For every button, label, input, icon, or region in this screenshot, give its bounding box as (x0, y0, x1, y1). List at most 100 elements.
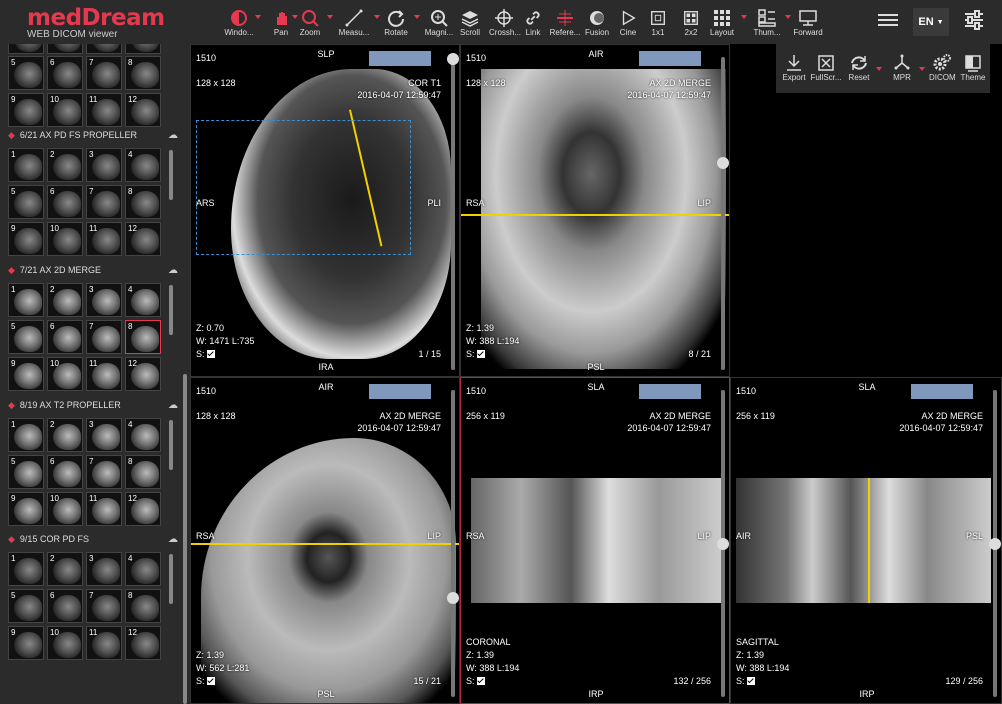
tool-fullscreen-button[interactable]: FullScr... (810, 53, 842, 87)
viewport-2[interactable]: 1510 128 x 128 AX 2D MERGE 2016-04-07 12:59… (460, 44, 730, 377)
series-thumbnail[interactable]: 7 (86, 185, 122, 219)
series-thumbnail[interactable]: 3 (86, 148, 122, 182)
series-header[interactable]: ◆ 6/21 AX PD FS PROPELLER ☁ (8, 128, 178, 142)
series-thumbnail[interactable]: 1 (8, 148, 44, 182)
dropdown-arrow-icon[interactable] (785, 15, 791, 19)
tool-rotate-button[interactable]: Rotate (384, 8, 408, 42)
series-thumbnail[interactable]: 9 (8, 357, 44, 391)
tool-window-level-button[interactable]: Windo... (222, 8, 256, 42)
series-thumbnail[interactable]: 12 (125, 93, 161, 127)
tool-link-button[interactable]: Link (524, 8, 542, 42)
series-scrollbar[interactable] (169, 420, 173, 470)
hamburger-menu-icon[interactable] (876, 11, 900, 31)
cloud-download-icon[interactable]: ☁ (168, 130, 178, 141)
series-thumbnail[interactable]: 8 (125, 185, 161, 219)
frame-scroll-knob[interactable] (447, 592, 459, 604)
series-thumbnail[interactable]: 10 (47, 492, 83, 526)
series-thumbnail[interactable]: 11 (86, 357, 122, 391)
cloud-download-icon[interactable]: ☁ (168, 534, 178, 545)
tool-magnifier-button[interactable]: Magni... (424, 8, 454, 42)
series-thumbnail[interactable]: 5 (8, 589, 44, 623)
series-thumbnail[interactable]: 2 (47, 148, 83, 182)
series-thumbnail[interactable]: 9 (8, 222, 44, 256)
tool-zoom-button[interactable]: Zoom (299, 8, 321, 42)
series-thumbnail[interactable]: 6 (47, 320, 83, 354)
tool-reset-button[interactable]: Reset (846, 53, 872, 87)
series-thumbnail[interactable]: 9 (8, 626, 44, 660)
series-thumbnail[interactable]: 9 (8, 492, 44, 526)
sync-checkbox[interactable] (746, 677, 755, 685)
series-thumbnail[interactable]: 2 (47, 418, 83, 452)
frame-scrollbar[interactable] (451, 57, 455, 370)
series-thumbnail[interactable]: 5 (8, 455, 44, 489)
series-thumbnail[interactable]: 4 (125, 283, 161, 317)
series-thumbnail[interactable]: 10 (47, 222, 83, 256)
series-thumbnail[interactable]: 10 (47, 626, 83, 660)
series-thumbnail[interactable]: 6 (47, 589, 83, 623)
series-thumbnail[interactable]: 7 (86, 56, 122, 90)
tool-crosshair-button[interactable]: Crossh... (489, 8, 521, 42)
frame-scrollbar[interactable] (451, 390, 455, 697)
dropdown-arrow-icon[interactable] (327, 15, 333, 19)
series-thumbnail[interactable]: 12 (125, 626, 161, 660)
series-thumbnail[interactable]: 12 (125, 222, 161, 256)
series-thumbnail[interactable]: 11 (86, 222, 122, 256)
dropdown-arrow-icon[interactable] (414, 15, 420, 19)
tool-layout-1x1-button[interactable]: 1x1 (649, 8, 667, 42)
tool-layout-2x2-button[interactable]: 2x2 (682, 8, 700, 42)
sync-checkbox[interactable] (206, 677, 215, 685)
series-thumbnail[interactable]: 11 (86, 93, 122, 127)
series-thumbnail[interactable]: 2 (47, 552, 83, 586)
frame-scrollbar[interactable] (721, 57, 725, 370)
series-thumbnail[interactable]: 8 (125, 455, 161, 489)
series-thumbnail[interactable]: 1 (8, 283, 44, 317)
series-thumbnail[interactable]: 2 (47, 283, 83, 317)
settings-sliders-icon[interactable] (962, 8, 986, 32)
dropdown-arrow-icon[interactable] (255, 15, 261, 19)
tool-thumbnails-button[interactable]: Thum... (752, 8, 782, 42)
series-thumbnail[interactable]: 11 (86, 492, 122, 526)
series-thumbnail[interactable]: 1 (8, 552, 44, 586)
viewport-4[interactable]: 1510 256 x 119 AX 2D MERGE 2016-04-07 12:59… (460, 377, 730, 704)
viewport-3[interactable]: 1510 128 x 128 AX 2D MERGE 2016-04-07 12:59… (190, 377, 460, 704)
tool-download-button[interactable]: Export (781, 53, 807, 87)
dropdown-arrow-icon[interactable] (292, 15, 298, 19)
tool-grid-button[interactable]: Layout (710, 8, 734, 42)
series-thumbnail[interactable]: 6 (47, 185, 83, 219)
series-thumbnail[interactable]: 1 (8, 418, 44, 452)
viewport-1[interactable]: 1510 128 x 128 COR T1 2016-04-07 12:59:47 SL… (190, 44, 460, 377)
tool-stack-button[interactable]: Scroll (459, 8, 481, 42)
series-thumbnail[interactable]: 6 (47, 455, 83, 489)
viewport-5[interactable]: 1510 256 x 119 AX 2D MERGE 2016-04-07 12:59… (730, 377, 1002, 704)
dropdown-arrow-icon[interactable] (374, 15, 380, 19)
series-thumbnail[interactable]: 5 (8, 56, 44, 90)
series-thumbnail[interactable]: 3 (86, 418, 122, 452)
series-thumbnail[interactable]: 9 (8, 93, 44, 127)
tool-theme-button[interactable]: Theme (960, 53, 986, 87)
series-thumbnail[interactable]: 12 (125, 357, 161, 391)
series-thumbnail[interactable]: 8 (125, 589, 161, 623)
tool-forward-button[interactable]: Forward (793, 8, 823, 42)
tool-mpr-axes-button[interactable]: MPR (889, 53, 915, 87)
series-scrollbar[interactable] (169, 285, 173, 335)
series-thumbnail[interactable]: 10 (47, 93, 83, 127)
tool-ruler-button[interactable]: Measu... (338, 8, 370, 42)
series-thumbnail[interactable] (47, 44, 83, 54)
dropdown-arrow-icon[interactable] (919, 67, 925, 71)
series-thumbnail[interactable]: 3 (86, 283, 122, 317)
language-select[interactable]: EN ▼ (913, 8, 949, 36)
cloud-download-icon[interactable]: ☁ (168, 265, 178, 276)
tool-gears-button[interactable]: DICOM (929, 53, 956, 87)
series-thumbnail[interactable]: 10 (47, 357, 83, 391)
series-thumbnail[interactable]: 5 (8, 185, 44, 219)
frame-scroll-knob[interactable] (717, 157, 729, 169)
series-thumbnail[interactable]: 7 (86, 455, 122, 489)
cloud-download-icon[interactable]: ☁ (168, 400, 178, 411)
dropdown-arrow-icon[interactable] (876, 67, 882, 71)
series-thumbnail[interactable]: 7 (86, 589, 122, 623)
frame-scroll-knob[interactable] (717, 538, 729, 550)
frame-scroll-knob[interactable] (989, 538, 1001, 550)
series-thumbnail[interactable]: 4 (125, 418, 161, 452)
series-thumbnail[interactable] (125, 44, 161, 54)
frame-scroll-knob[interactable] (447, 53, 459, 65)
